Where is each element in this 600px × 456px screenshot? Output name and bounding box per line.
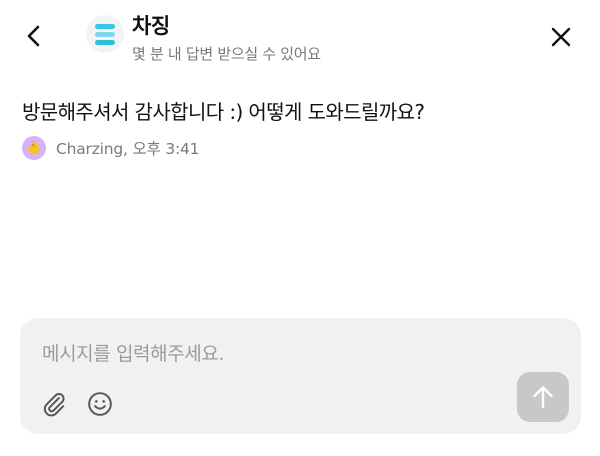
logo-bar xyxy=(95,39,115,45)
close-button[interactable] xyxy=(544,20,578,54)
smiley-icon xyxy=(88,392,112,416)
message-composer xyxy=(20,318,581,434)
channel-name: 차징 xyxy=(132,14,170,38)
message-text: 방문해주셔서 감사합니다 :) 어떻게 도와드릴까요? xyxy=(22,100,425,124)
chick-icon xyxy=(28,140,40,154)
reply-time-hint: 몇 분 내 답변 받으실 수 있어요 xyxy=(132,45,321,63)
logo-bar xyxy=(95,31,115,37)
emoji-button[interactable] xyxy=(86,390,114,418)
message-meta: Charzing, 오후 3:41 xyxy=(22,136,200,160)
message-input[interactable] xyxy=(42,340,522,368)
sender-and-time: Charzing, 오후 3:41 xyxy=(56,140,200,158)
chevron-left-icon xyxy=(27,25,40,47)
back-button[interactable] xyxy=(18,20,50,52)
send-button[interactable] xyxy=(517,372,569,422)
paperclip-icon xyxy=(43,393,65,417)
sender-avatar xyxy=(22,136,46,160)
channel-logo xyxy=(86,15,124,53)
chat-header: 차징 몇 분 내 답변 받으실 수 있어요 xyxy=(0,0,600,78)
attach-button[interactable] xyxy=(40,390,68,418)
arrow-up-icon xyxy=(533,386,553,409)
close-icon xyxy=(551,27,571,47)
logo-bar xyxy=(95,23,115,29)
